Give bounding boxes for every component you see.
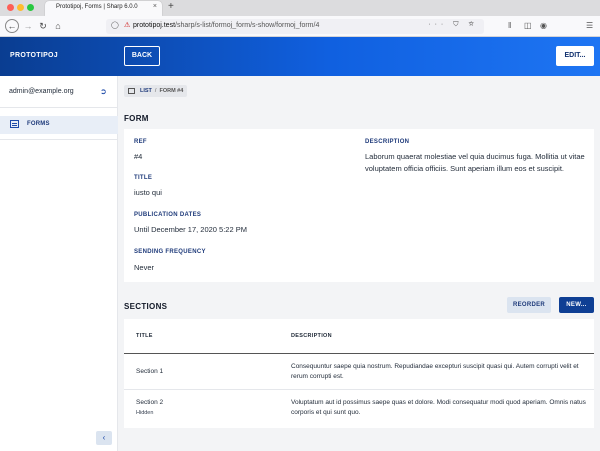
forward-arrow-icon[interactable]: →	[21, 19, 35, 33]
sections-title: SECTIONS	[124, 302, 168, 311]
table-row[interactable]: Section 2 Hidden Voluptatum aut id possi…	[124, 390, 594, 428]
ref-value: #4	[134, 152, 143, 161]
library-icon[interactable]: ‖	[508, 21, 511, 30]
browser-tab[interactable]: Prototipoj, Forms | Sharp 6.0.0 ×	[45, 1, 162, 16]
url-domain: prototipoj.test	[133, 22, 176, 29]
browser-navbar: ← → ↻ ⌂ ◯ ⚠ prototipoj.test/sharp/s-list…	[0, 16, 600, 37]
tab-title: Prototipoj, Forms | Sharp 6.0.0	[56, 4, 138, 10]
sidebar-divider	[0, 107, 118, 108]
sending-frequency-value: Never	[134, 263, 155, 272]
hidden-badge: Hidden	[136, 410, 154, 416]
close-tab-icon[interactable]: ×	[153, 3, 157, 10]
sidebar: admin@example.org ➲ FORMS ‹	[0, 76, 118, 451]
sidebar-divider	[0, 139, 118, 140]
publication-dates-value: Until December 17, 2020 5:22 PM	[134, 225, 247, 234]
home-icon[interactable]: ⌂	[51, 19, 65, 33]
reload-icon[interactable]: ↻	[36, 19, 50, 33]
new-section-button[interactable]: NEW...	[559, 297, 594, 313]
sending-frequency-label: SENDING FREQUENCY	[134, 249, 206, 255]
main-content: LIST / FORM #4 FORM REF #4 TITLE iusto qui…	[118, 76, 600, 451]
breadcrumb-current: FORM #4	[159, 88, 184, 94]
sidebar-icon[interactable]: ◫	[524, 21, 532, 30]
new-tab-button[interactable]: +	[168, 1, 174, 12]
table-row[interactable]: Section 1 Consequuntur saepe quia nostru…	[124, 354, 594, 390]
back-arrow-icon[interactable]: ←	[5, 19, 19, 33]
breadcrumb-home-icon[interactable]	[128, 88, 135, 94]
url-bar[interactable]: ◯ ⚠ prototipoj.test/sharp/s-list/formoj_…	[106, 19, 484, 34]
edit-button[interactable]: EDIT...	[556, 46, 594, 66]
row-title: Section 1	[136, 368, 164, 375]
forms-icon	[10, 120, 19, 128]
back-button[interactable]: BACK	[124, 46, 160, 66]
row-description: Consequuntur saepe quia nostrum. Repudia…	[291, 363, 579, 380]
browser-tab-bar: Prototipoj, Forms | Sharp 6.0.0 × +	[0, 0, 600, 16]
insecure-lock-icon[interactable]: ⚠	[124, 21, 130, 29]
description-value: Laborum quaerat molestiae vel quia ducim…	[365, 152, 585, 173]
column-header-description: DESCRIPTION	[291, 333, 332, 339]
app-header: PROTOTIPOJ BACK EDIT...	[0, 37, 600, 76]
sidebar-item-forms[interactable]: FORMS	[0, 116, 118, 134]
description-label: DESCRIPTION	[365, 139, 410, 145]
breadcrumb-list-link[interactable]: LIST	[140, 88, 152, 94]
ref-label: REF	[134, 139, 147, 145]
column-header-title: TITLE	[136, 333, 153, 339]
row-title: Section 2	[136, 399, 164, 406]
publication-dates-label: PUBLICATION DATES	[134, 212, 202, 218]
user-email: admin@example.org	[9, 88, 74, 95]
breadcrumb: LIST / FORM #4	[124, 85, 188, 97]
collapse-sidebar-button[interactable]: ‹	[96, 431, 112, 445]
title-label: TITLE	[134, 175, 153, 181]
brand-name[interactable]: PROTOTIPOJ	[10, 52, 58, 59]
menu-icon[interactable]: ☰	[586, 21, 593, 30]
page-actions-icons[interactable]: ··· ⛉ ☆	[428, 21, 478, 29]
url-path: /sharp/s-list/formoj_form/s-show/formoj_…	[175, 22, 320, 29]
title-value: iusto qui	[134, 188, 162, 197]
form-section-title: FORM	[124, 114, 149, 123]
row-description: Voluptatum aut id possimus saepe quas et…	[291, 399, 586, 416]
minimize-window-button[interactable]	[17, 4, 24, 11]
close-window-button[interactable]	[7, 4, 14, 11]
reorder-button[interactable]: REORDER	[507, 297, 551, 313]
account-icon[interactable]: ◉	[540, 21, 547, 30]
sidebar-item-label: FORMS	[27, 121, 50, 127]
breadcrumb-separator: /	[154, 88, 157, 94]
sections-table: TITLE DESCRIPTION Section 1 Consequuntur…	[124, 319, 594, 428]
maximize-window-button[interactable]	[27, 4, 34, 11]
shield-icon[interactable]: ◯	[111, 21, 119, 29]
form-card: REF #4 TITLE iusto qui PUBLICATION DATES…	[124, 129, 594, 282]
url-text: prototipoj.test/sharp/s-list/formoj_form…	[133, 22, 319, 29]
logout-icon[interactable]: ➲	[100, 87, 107, 96]
